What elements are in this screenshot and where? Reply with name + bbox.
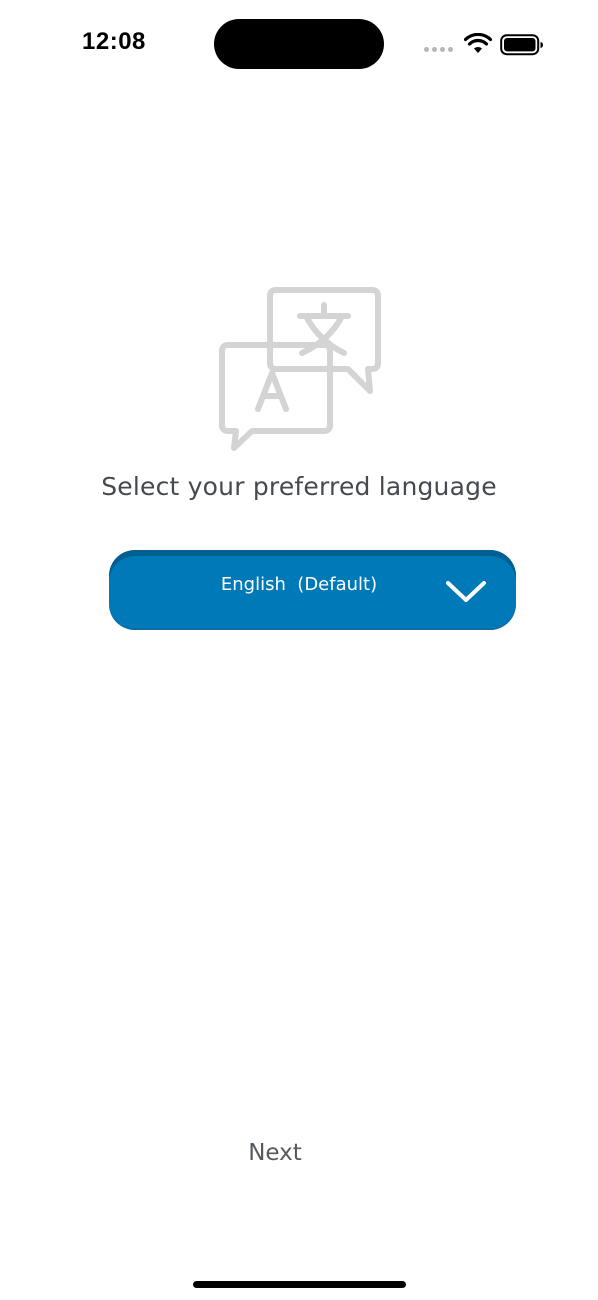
status-time: 12:08 [82,28,146,55]
dynamic-island [214,19,384,69]
next-button[interactable]: Next [225,1133,325,1173]
selected-language-label: English (Default) [220,574,378,595]
cellular-signal-icon [424,47,453,52]
chevron-down-icon [446,581,486,602]
language-dropdown[interactable]: English (Default) [109,550,516,630]
home-indicator[interactable] [193,1281,406,1288]
wifi-icon [464,33,492,53]
translate-icon [219,287,381,451]
battery-icon [500,34,543,56]
language-prompt: Select your preferred language [101,472,497,501]
status-indicators [420,30,550,60]
